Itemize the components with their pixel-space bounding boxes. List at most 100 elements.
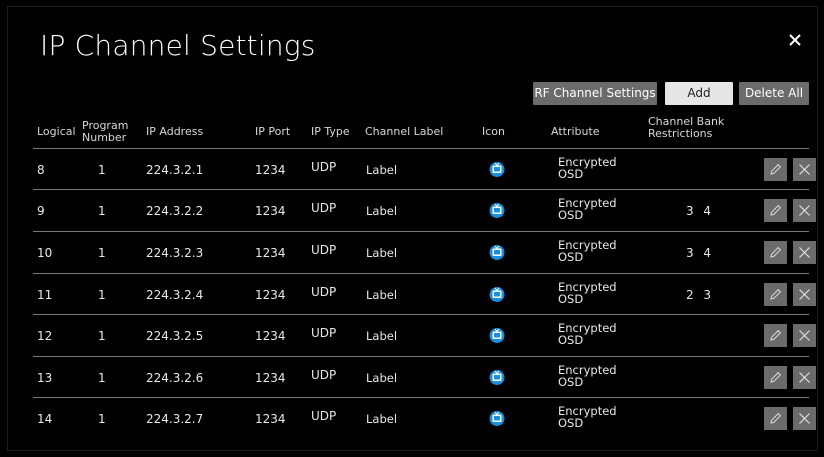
cell-logical: 11 bbox=[37, 288, 53, 302]
cell-channel-label: Label bbox=[366, 329, 398, 343]
table-row: 11 1 224.3.2.4 1234 UDP Label Encrypted … bbox=[33, 273, 816, 315]
cell-attribute: Encrypted OSD bbox=[558, 156, 617, 180]
header-ip-port: IP Port bbox=[255, 125, 291, 138]
attribute-osd: OSD bbox=[558, 167, 584, 181]
tv-icon bbox=[489, 285, 505, 307]
pencil-icon bbox=[770, 371, 782, 383]
attribute-osd: OSD bbox=[558, 250, 584, 264]
x-icon bbox=[799, 289, 810, 300]
delete-button[interactable] bbox=[793, 366, 816, 389]
cell-ip-address: 224.3.2.3 bbox=[146, 246, 204, 260]
header-logical: Logical bbox=[37, 125, 76, 138]
cell-attribute: Encrypted OSD bbox=[558, 322, 617, 346]
cell-attribute: Encrypted OSD bbox=[558, 239, 617, 263]
ip-channel-settings-dialog: IP Channel Settings RF Channel Settings … bbox=[7, 6, 818, 451]
table-row: 8 1 224.3.2.1 1234 UDP Label Encrypted O… bbox=[33, 148, 816, 190]
tv-icon bbox=[489, 160, 505, 182]
attribute-osd: OSD bbox=[558, 375, 584, 389]
table-row: 12 1 224.3.2.5 1234 UDP Label Encrypted … bbox=[33, 314, 816, 356]
pencil-icon bbox=[770, 204, 782, 216]
edit-button[interactable] bbox=[764, 199, 787, 222]
close-icon[interactable] bbox=[784, 29, 806, 51]
tv-icon bbox=[489, 326, 505, 348]
cell-ip-port: 1234 bbox=[255, 412, 286, 426]
cell-ip-port: 1234 bbox=[255, 246, 286, 260]
x-icon bbox=[799, 413, 810, 424]
cell-channel-label: Label bbox=[366, 371, 398, 385]
page-title: IP Channel Settings bbox=[40, 29, 316, 62]
delete-button[interactable] bbox=[793, 158, 816, 181]
pencil-icon bbox=[770, 412, 782, 424]
cell-ip-type: UDP bbox=[311, 201, 337, 215]
tv-icon bbox=[489, 368, 505, 390]
delete-all-button[interactable]: Delete All bbox=[739, 82, 809, 105]
cell-ip-type: UDP bbox=[311, 285, 337, 299]
tv-icon bbox=[489, 409, 505, 431]
pencil-icon bbox=[770, 163, 782, 175]
cell-program-number: 1 bbox=[98, 163, 106, 177]
pencil-icon bbox=[770, 329, 782, 341]
attribute-osd: OSD bbox=[558, 292, 584, 306]
edit-button[interactable] bbox=[764, 324, 787, 347]
x-icon bbox=[799, 372, 810, 383]
header-icon: Icon bbox=[482, 125, 505, 138]
cell-program-number: 1 bbox=[98, 246, 106, 260]
delete-button[interactable] bbox=[793, 324, 816, 347]
header-channel-bank-restrictions: Channel Bank Restrictions bbox=[648, 116, 724, 140]
cell-logical: 12 bbox=[37, 329, 53, 343]
cell-ip-port: 1234 bbox=[255, 329, 286, 343]
cell-channel-label: Label bbox=[366, 163, 398, 177]
x-icon bbox=[799, 330, 810, 341]
delete-button[interactable] bbox=[793, 407, 816, 430]
header-channel-label: Channel Label bbox=[365, 125, 444, 138]
attribute-osd: OSD bbox=[558, 416, 584, 430]
table-row: 14 1 224.3.2.7 1234 UDP Label Encrypted … bbox=[33, 397, 816, 439]
cell-logical: 8 bbox=[37, 163, 45, 177]
edit-button[interactable] bbox=[764, 283, 787, 306]
header-program-line2: Number bbox=[82, 131, 127, 144]
cell-ip-type: UDP bbox=[311, 326, 337, 340]
cell-attribute: Encrypted OSD bbox=[558, 405, 617, 429]
edit-button[interactable] bbox=[764, 241, 787, 264]
rf-channel-settings-button[interactable]: RF Channel Settings bbox=[533, 82, 657, 105]
attribute-osd: OSD bbox=[558, 208, 584, 222]
cell-program-number: 1 bbox=[98, 329, 106, 343]
cell-ip-address: 224.3.2.6 bbox=[146, 371, 204, 385]
cell-ip-port: 1234 bbox=[255, 371, 286, 385]
tv-icon bbox=[489, 201, 505, 223]
cell-attribute: Encrypted OSD bbox=[558, 281, 617, 305]
header-ip-type: IP Type bbox=[311, 125, 350, 138]
cell-ip-address: 224.3.2.2 bbox=[146, 204, 204, 218]
cell-ip-port: 1234 bbox=[255, 204, 286, 218]
cell-channel-bank-restrictions: 3 4 bbox=[685, 246, 715, 260]
cell-logical: 10 bbox=[37, 246, 53, 260]
cell-ip-type: UDP bbox=[311, 409, 337, 423]
header-bank-line2: Restrictions bbox=[648, 127, 713, 140]
cell-ip-type: UDP bbox=[311, 243, 337, 257]
delete-button[interactable] bbox=[793, 199, 816, 222]
header-attribute: Attribute bbox=[551, 125, 600, 138]
cell-attribute: Encrypted OSD bbox=[558, 197, 617, 221]
edit-button[interactable] bbox=[764, 366, 787, 389]
delete-button[interactable] bbox=[793, 283, 816, 306]
cell-logical: 14 bbox=[37, 412, 53, 426]
cell-ip-type: UDP bbox=[311, 368, 337, 382]
edit-button[interactable] bbox=[764, 407, 787, 430]
add-button[interactable]: Add bbox=[665, 82, 733, 105]
cell-program-number: 1 bbox=[98, 371, 106, 385]
cell-attribute: Encrypted OSD bbox=[558, 364, 617, 388]
cell-channel-label: Label bbox=[366, 246, 398, 260]
cell-channel-bank-restrictions: 3 4 bbox=[685, 204, 715, 218]
cell-ip-type: UDP bbox=[311, 160, 337, 174]
delete-button[interactable] bbox=[793, 241, 816, 264]
attribute-osd: OSD bbox=[558, 333, 584, 347]
cell-ip-port: 1234 bbox=[255, 163, 286, 177]
header-ip-address: IP Address bbox=[146, 125, 204, 138]
cell-channel-bank-restrictions: 2 3 bbox=[685, 288, 715, 302]
cell-ip-address: 224.3.2.1 bbox=[146, 163, 204, 177]
cell-channel-label: Label bbox=[366, 204, 398, 218]
edit-button[interactable] bbox=[764, 158, 787, 181]
cell-channel-label: Label bbox=[366, 412, 398, 426]
pencil-icon bbox=[770, 246, 782, 258]
cell-logical: 13 bbox=[37, 371, 53, 385]
